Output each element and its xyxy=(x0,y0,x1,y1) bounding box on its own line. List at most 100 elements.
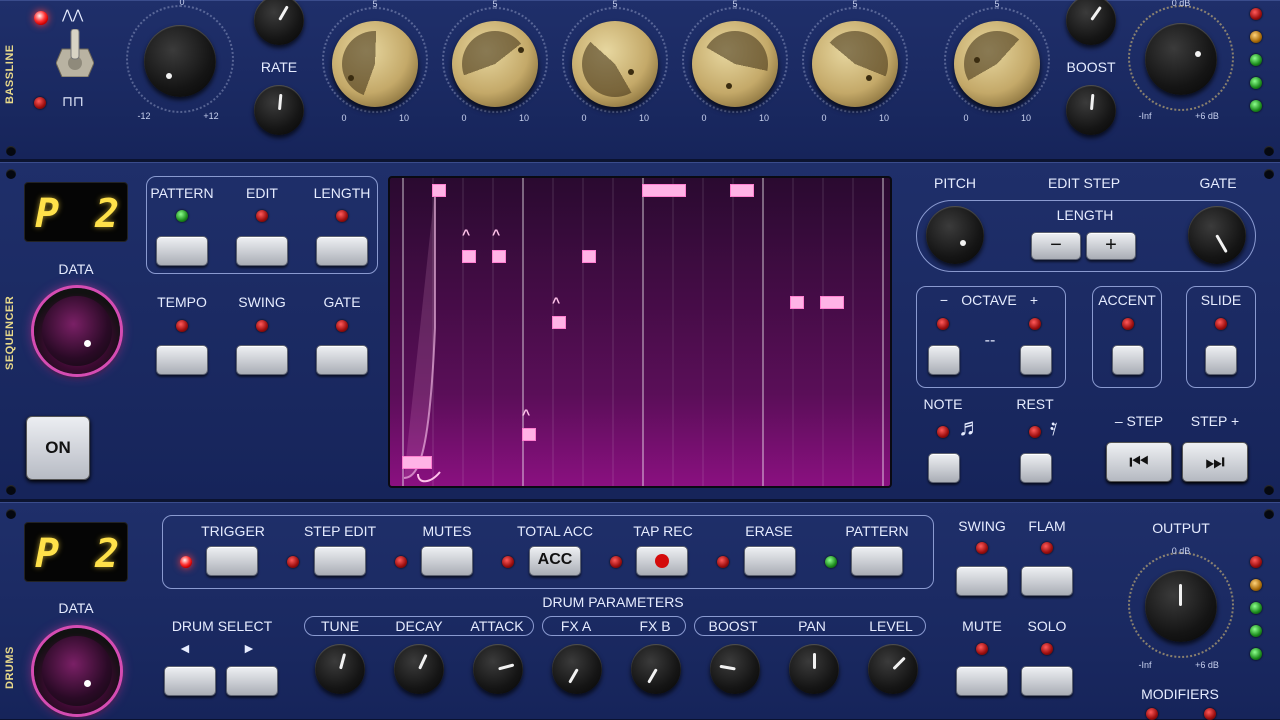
note-button[interactable] xyxy=(928,453,960,483)
bassline-volume-knob[interactable] xyxy=(1145,23,1217,95)
note-step-2[interactable] xyxy=(432,184,446,197)
drum-attack-knob[interactable] xyxy=(473,644,523,694)
level-meter-led xyxy=(1250,54,1262,66)
length-led xyxy=(336,210,348,222)
erase-button[interactable] xyxy=(744,546,796,576)
note-step-14[interactable] xyxy=(790,296,804,309)
accent-icon: ^ xyxy=(552,294,561,310)
total-acc-button[interactable]: ACC xyxy=(529,546,581,576)
length-plus-button[interactable]: + xyxy=(1086,232,1136,260)
pitch-knob[interactable] xyxy=(926,206,984,264)
note-step-9[interactable] xyxy=(642,184,686,197)
bassline-panel: BASSLINE ⋀⋀ ⊓⊓ 0 -12 +12 RATE 5 0 10 5 0… xyxy=(0,0,1280,160)
mute-led xyxy=(976,643,988,655)
drum-select-next-button[interactable] xyxy=(226,666,278,696)
gold-knob-min: 0 xyxy=(963,113,969,123)
tempo-label: TEMPO xyxy=(157,294,207,310)
flam-button[interactable] xyxy=(1021,566,1073,596)
gold-knob-4[interactable] xyxy=(692,21,778,107)
edit-label: EDIT xyxy=(246,185,278,201)
drum-select-prev-button[interactable] xyxy=(164,666,216,696)
mutes-button[interactable] xyxy=(421,546,473,576)
level-meter-led xyxy=(1250,100,1262,112)
gold-knob-max: 10 xyxy=(518,113,529,123)
drum-tune-knob[interactable] xyxy=(315,644,365,694)
fx-b-param-label: FX B xyxy=(639,618,671,634)
waveform-toggle-switch[interactable] xyxy=(55,28,95,78)
mute-button[interactable] xyxy=(956,666,1008,696)
screw xyxy=(6,169,16,179)
sequencer-data-knob[interactable] xyxy=(34,288,120,374)
gold-knob-top: 5 xyxy=(492,0,498,9)
slide-button[interactable] xyxy=(1205,345,1237,375)
note-step-1[interactable] xyxy=(402,456,432,469)
modifiers-label: MODIFIERS xyxy=(1141,686,1219,702)
octave-label: OCTAVE xyxy=(961,292,1017,308)
solo-button[interactable] xyxy=(1021,666,1073,696)
note-step-7[interactable] xyxy=(582,250,596,263)
note-icon: ♬ xyxy=(958,414,982,441)
gold-knob-1[interactable] xyxy=(332,21,418,107)
octave-value: -- xyxy=(984,332,996,349)
length-button[interactable] xyxy=(316,236,368,266)
rest-button[interactable] xyxy=(1020,453,1052,483)
step-sequencer-grid[interactable]: ^ ^ ^ ^ xyxy=(388,176,892,488)
edit-button[interactable] xyxy=(236,236,288,266)
output-scale-max: +6 dB xyxy=(1195,660,1219,670)
gold-knob-5[interactable] xyxy=(812,21,898,107)
drum-pan-knob[interactable] xyxy=(789,644,839,694)
rate-knob[interactable] xyxy=(254,85,304,135)
gate-knob[interactable] xyxy=(1188,206,1246,264)
level-meter-led xyxy=(1250,31,1262,43)
saw-wave-led xyxy=(34,11,48,25)
drum-swing-button[interactable] xyxy=(956,566,1008,596)
gold-knob-3[interactable] xyxy=(572,21,658,107)
drum-decay-knob[interactable] xyxy=(394,644,444,694)
tempo-button[interactable] xyxy=(156,345,208,375)
accent-button[interactable] xyxy=(1112,345,1144,375)
length-minus-button[interactable]: − xyxy=(1031,232,1081,260)
output-scale-top: 0 dB xyxy=(1171,546,1191,556)
octave-plus-label: + xyxy=(1029,292,1039,308)
swing-button[interactable] xyxy=(236,345,288,375)
trigger-button[interactable] xyxy=(206,546,258,576)
note-step-3[interactable] xyxy=(462,250,476,263)
step-edit-button[interactable] xyxy=(314,546,366,576)
drum-level-knob[interactable] xyxy=(868,644,918,694)
gate-led xyxy=(336,320,348,332)
octave-up-button[interactable] xyxy=(1020,345,1052,375)
erase-label: ERASE xyxy=(745,523,793,539)
screw xyxy=(6,146,16,156)
drum-fx-b-knob[interactable] xyxy=(631,644,681,694)
boost-knob[interactable] xyxy=(1066,85,1116,135)
gold-knob-2[interactable] xyxy=(452,21,538,107)
note-step-5[interactable] xyxy=(522,428,536,441)
boost-small-knob[interactable] xyxy=(1066,0,1116,45)
gold-knob-6[interactable] xyxy=(954,21,1040,107)
tune-knob[interactable] xyxy=(144,25,216,97)
cutoff-small-knob[interactable] xyxy=(254,0,304,45)
note-step-4[interactable] xyxy=(492,250,506,263)
drum-fx-a-knob[interactable] xyxy=(552,644,602,694)
drums-output-knob[interactable] xyxy=(1145,570,1217,642)
skip-back-icon: ⏮ xyxy=(1129,449,1149,474)
step-prev-button[interactable]: ⏮ xyxy=(1106,442,1172,482)
drum-level-meter-led xyxy=(1250,648,1262,660)
tap-rec-led xyxy=(610,556,622,568)
sequencer-on-button[interactable]: ON xyxy=(26,416,90,480)
step-next-button[interactable]: ⏭ xyxy=(1182,442,1248,482)
step-edit-label: STEP EDIT xyxy=(303,523,377,539)
gate-button[interactable] xyxy=(316,345,368,375)
pattern-button[interactable] xyxy=(156,236,208,266)
rate-label: RATE xyxy=(260,59,298,75)
tap-rec-button[interactable] xyxy=(636,546,688,576)
screw xyxy=(6,509,16,519)
bassline-label: BASSLINE xyxy=(4,44,16,104)
drum-pattern-button[interactable] xyxy=(851,546,903,576)
drums-data-knob[interactable] xyxy=(34,628,120,714)
note-step-12[interactable] xyxy=(730,184,754,197)
note-step-15[interactable] xyxy=(820,296,844,309)
octave-down-button[interactable] xyxy=(928,345,960,375)
drum-boost-knob[interactable] xyxy=(710,644,760,694)
note-step-6[interactable] xyxy=(552,316,566,329)
